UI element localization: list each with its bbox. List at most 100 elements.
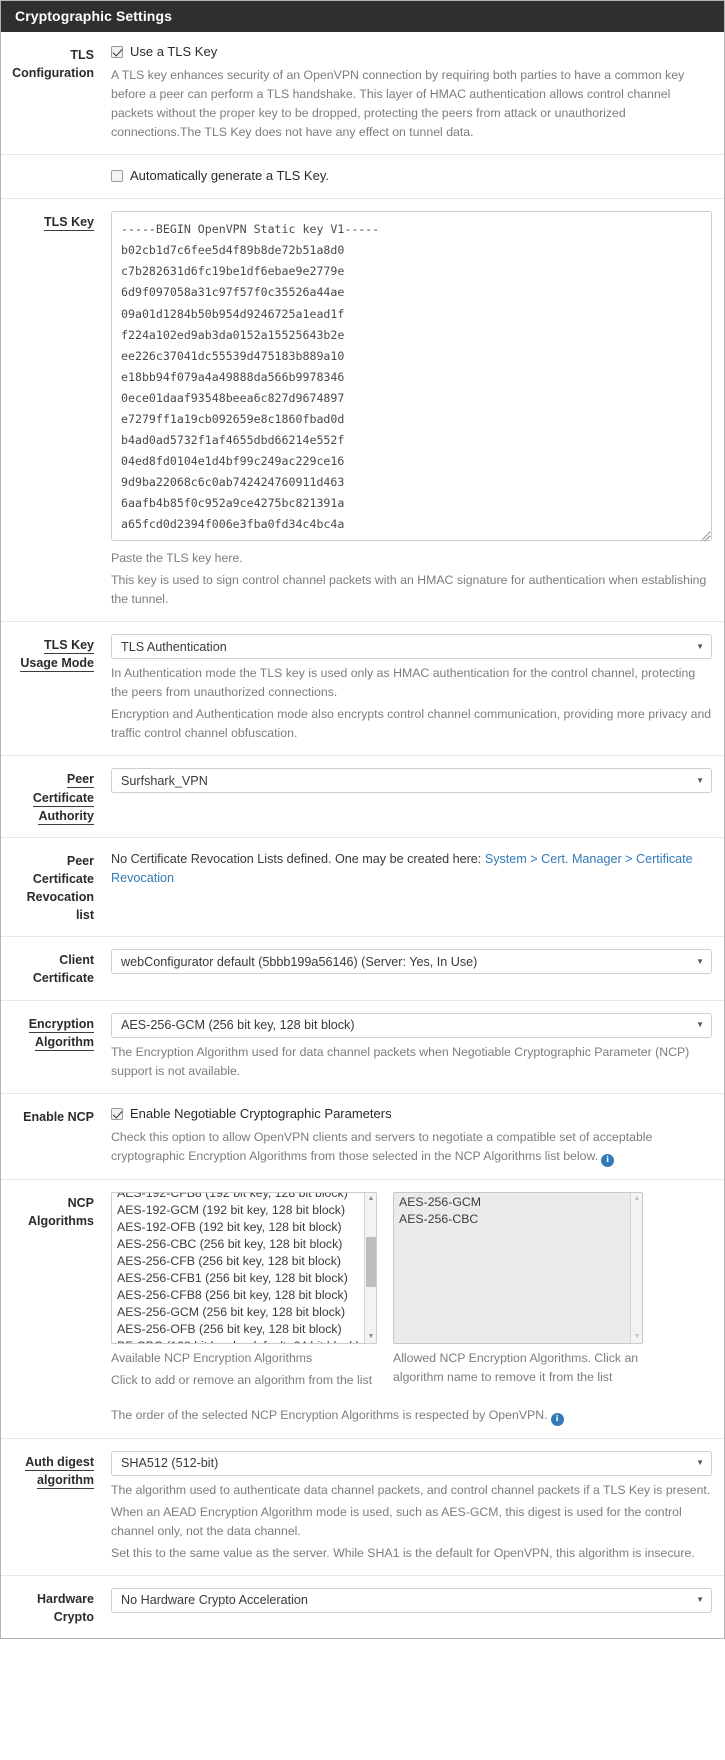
- allowed-ncp-help: Allowed NCP Encryption Algorithms. Click…: [393, 1349, 643, 1390]
- tls-key-usage-mode-select-wrap[interactable]: TLS Authentication ▼: [111, 634, 712, 660]
- available-ncp-help: Available NCP Encryption Algorithms Clic…: [111, 1349, 377, 1390]
- row-tls-configuration: TLS Configuration Use a TLS Key A TLS ke…: [1, 32, 724, 156]
- field-auth-digest-algorithm: SHA512 (512-bit) ▼ The algorithm used to…: [106, 1450, 712, 1563]
- row-tls-key-usage-mode: TLS Key Usage Mode TLS Authentication ▼ …: [1, 622, 724, 757]
- hardware-crypto-select[interactable]: No Hardware Crypto Acceleration: [111, 1587, 712, 1613]
- tls-key-textarea-wrap: -----BEGIN OpenVPN Static key V1----- b0…: [111, 211, 712, 544]
- available-ncp-option[interactable]: AES-256-CBC (256 bit key, 128 bit block): [117, 1236, 376, 1253]
- info-icon[interactable]: i: [601, 1153, 615, 1167]
- tls-key-usage-mode-select[interactable]: TLS Authentication: [111, 634, 712, 660]
- enable-ncp-help-text: Check this option to allow OpenVPN clien…: [111, 1129, 653, 1163]
- row-peer-certificate-authority: Peer Certificate Authority Surfshark_VPN…: [1, 756, 724, 838]
- label-tls-key-usage-mode: TLS Key Usage Mode: [20, 638, 94, 673]
- auth-digest-algorithm-select-wrap[interactable]: SHA512 (512-bit) ▼: [111, 1450, 712, 1476]
- chevron-down-icon: ▼: [696, 1020, 704, 1030]
- info-icon[interactable]: i: [550, 1412, 564, 1426]
- chevron-down-icon: ▼: [696, 956, 704, 966]
- field-peer-certificate-revocation-list: No Certificate Revocation Lists defined.…: [106, 850, 712, 889]
- allowed-ncp-help-text: Allowed NCP Encryption Algorithms. Click…: [393, 1350, 639, 1384]
- scroll-down-icon[interactable]: ▼: [365, 1331, 376, 1343]
- label-auto-generate-spacer: [1, 168, 106, 170]
- revocation-text-block: No Certificate Revocation Lists defined.…: [111, 850, 712, 889]
- encryption-algorithm-select-wrap[interactable]: AES-256-GCM (256 bit key, 128 bit block)…: [111, 1012, 712, 1038]
- available-ncp-option[interactable]: AES-192-OFB (192 bit key, 128 bit block): [117, 1219, 376, 1236]
- label-client-certificate: Client Certificate: [32, 953, 94, 986]
- use-tls-key-label: Use a TLS Key: [130, 44, 218, 60]
- auth-digest-algorithm-select[interactable]: SHA512 (512-bit): [111, 1450, 712, 1476]
- chevron-down-icon: ▼: [696, 775, 704, 785]
- cryptographic-settings-panel: Cryptographic Settings TLS Configuration…: [0, 0, 725, 1640]
- scroll-up-icon[interactable]: ▲: [631, 1193, 642, 1205]
- allowed-ncp-option[interactable]: AES-256-GCM: [399, 1194, 642, 1211]
- tls-key-help-line2: This key is used to sign control channel…: [111, 573, 707, 607]
- field-tls-configuration: Use a TLS Key A TLS key enhances securit…: [106, 44, 712, 142]
- label-ncp-algorithms: NCP Algorithms: [28, 1195, 94, 1228]
- enable-ncp-checkbox-row[interactable]: Enable Negotiable Cryptographic Paramete…: [111, 1106, 712, 1123]
- enable-ncp-label: Enable Negotiable Cryptographic Paramete…: [130, 1105, 392, 1121]
- panel-title: Cryptographic Settings: [1, 1, 724, 33]
- peer-certificate-authority-select-wrap[interactable]: Surfshark_VPN ▼: [111, 768, 712, 794]
- auto-generate-tls-key-label: Automatically generate a TLS Key.: [130, 168, 329, 184]
- allowed-ncp-options[interactable]: AES-256-GCM AES-256-CBC: [394, 1193, 642, 1228]
- auth-digest-help-line1: The algorithm used to authenticate data …: [111, 1482, 711, 1497]
- field-encryption-algorithm: AES-256-GCM (256 bit key, 128 bit block)…: [106, 1012, 712, 1081]
- row-encryption-algorithm: Encryption Algorithm AES-256-GCM (256 bi…: [1, 1001, 724, 1094]
- label-encryption-algorithm: Encryption Algorithm: [28, 1016, 94, 1051]
- enable-ncp-help: Check this option to allow OpenVPN clien…: [111, 1128, 712, 1167]
- ncp-order-note-text: The order of the selected NCP Encryption…: [111, 1407, 548, 1422]
- available-ncp-options[interactable]: AES-192-CFB8 (192 bit key, 128 bit block…: [112, 1193, 376, 1343]
- scroll-up-icon[interactable]: ▲: [365, 1193, 376, 1205]
- scroll-down-icon[interactable]: ▼: [631, 1331, 642, 1343]
- auth-digest-help-line2: When an AEAD Encryption Algorithm mode i…: [111, 1504, 682, 1538]
- available-ncp-option[interactable]: AES-256-GCM (256 bit key, 128 bit block): [117, 1304, 376, 1321]
- available-ncp-option[interactable]: BF-CBC (128 bit key by default, 64 bit b…: [117, 1338, 376, 1343]
- available-ncp-option[interactable]: AES-256-CFB1 (256 bit key, 128 bit block…: [117, 1270, 376, 1287]
- row-hardware-crypto: Hardware Crypto No Hardware Crypto Accel…: [1, 1576, 724, 1638]
- field-enable-ncp: Enable Negotiable Cryptographic Paramete…: [106, 1106, 712, 1167]
- label-hardware-crypto: Hardware Crypto: [37, 1591, 94, 1625]
- allowed-ncp-option[interactable]: AES-256-CBC: [399, 1211, 642, 1228]
- auto-generate-checkbox-row[interactable]: Automatically generate a TLS Key.: [111, 168, 712, 185]
- client-certificate-select-wrap[interactable]: webConfigurator default (5bbb199a56146) …: [111, 949, 712, 975]
- auth-digest-help-line3: Set this to the same value as the server…: [111, 1545, 695, 1560]
- label-peer-certificate-authority: Peer Certificate Authority: [32, 772, 94, 825]
- label-enable-ncp: Enable NCP: [23, 1109, 94, 1124]
- allowed-ncp-scrollbar[interactable]: ▲ ▼: [630, 1192, 642, 1343]
- encryption-algorithm-help: The Encryption Algorithm used for data c…: [111, 1044, 690, 1078]
- label-tls-key: TLS Key: [43, 215, 94, 232]
- available-ncp-listbox[interactable]: AES-192-CFB8 (192 bit key, 128 bit block…: [111, 1191, 377, 1344]
- available-ncp-help-line2: Click to add or remove an algorithm from…: [111, 1372, 373, 1387]
- available-ncp-option[interactable]: AES-192-CFB8 (192 bit key, 128 bit block…: [117, 1193, 376, 1202]
- use-tls-key-checkbox-row[interactable]: Use a TLS Key: [111, 44, 712, 61]
- field-tls-key-usage-mode: TLS Authentication ▼ In Authentication m…: [106, 634, 712, 743]
- available-ncp-option[interactable]: AES-256-OFB (256 bit key, 128 bit block): [117, 1321, 376, 1338]
- scrollbar-thumb[interactable]: [366, 1236, 376, 1287]
- auto-generate-tls-key-checkbox[interactable]: [111, 170, 123, 183]
- row-tls-key: TLS Key -----BEGIN OpenVPN Static key V1…: [1, 199, 724, 623]
- tls-key-textarea[interactable]: -----BEGIN OpenVPN Static key V1----- b0…: [111, 211, 712, 542]
- available-ncp-option[interactable]: AES-256-CFB8 (256 bit key, 128 bit block…: [117, 1287, 376, 1304]
- peer-certificate-authority-select[interactable]: Surfshark_VPN: [111, 768, 712, 794]
- ncp-lists: AES-192-CFB8 (192 bit key, 128 bit block…: [111, 1191, 712, 1344]
- ncp-help-columns: Available NCP Encryption Algorithms Clic…: [111, 1349, 712, 1390]
- tls-key-usage-mode-help-line1: In Authentication mode the TLS key is us…: [111, 666, 696, 700]
- allowed-ncp-listbox[interactable]: AES-256-GCM AES-256-CBC ▲ ▼: [393, 1191, 643, 1344]
- available-ncp-scrollbar[interactable]: ▲ ▼: [364, 1192, 376, 1343]
- hardware-crypto-select-wrap[interactable]: No Hardware Crypto Acceleration ▼: [111, 1587, 712, 1613]
- tls-key-help-line1: Paste the TLS key here.: [111, 551, 243, 566]
- enable-ncp-checkbox[interactable]: [111, 1107, 123, 1120]
- row-enable-ncp: Enable NCP Enable Negotiable Cryptograph…: [1, 1094, 724, 1180]
- client-certificate-select[interactable]: webConfigurator default (5bbb199a56146) …: [111, 949, 712, 975]
- available-ncp-option[interactable]: AES-192-GCM (192 bit key, 128 bit block): [117, 1202, 376, 1219]
- available-ncp-option[interactable]: AES-256-CFB (256 bit key, 128 bit block): [117, 1253, 376, 1270]
- panel-body: TLS Configuration Use a TLS Key A TLS ke…: [1, 32, 724, 1638]
- chevron-down-icon: ▼: [696, 1595, 704, 1605]
- field-auto-generate: Automatically generate a TLS Key.: [106, 168, 712, 185]
- encryption-algorithm-select[interactable]: AES-256-GCM (256 bit key, 128 bit block): [111, 1012, 712, 1038]
- field-hardware-crypto: No Hardware Crypto Acceleration ▼: [106, 1587, 712, 1613]
- label-tls-configuration: TLS Configuration: [12, 48, 94, 81]
- field-client-certificate: webConfigurator default (5bbb199a56146) …: [106, 949, 712, 975]
- field-peer-certificate-authority: Surfshark_VPN ▼: [106, 768, 712, 794]
- use-tls-key-checkbox[interactable]: [111, 46, 123, 59]
- row-ncp-algorithms: NCP Algorithms AES-192-CFB8 (192 bit key…: [1, 1180, 724, 1439]
